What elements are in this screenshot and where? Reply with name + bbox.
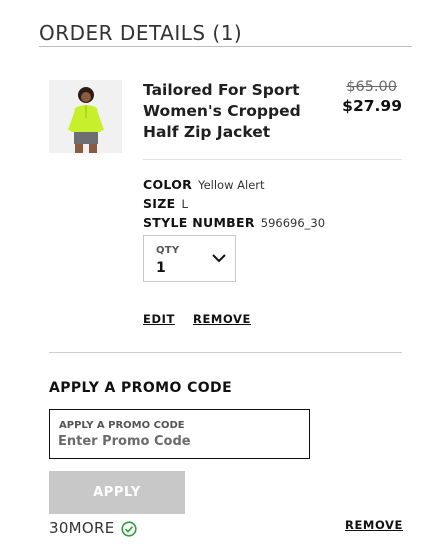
promo-section-title: APPLY A PROMO CODE (49, 380, 233, 396)
attribute-value: 596696_30 (260, 216, 326, 230)
apply-promo-button[interactable]: APPLY (49, 471, 185, 514)
product-thumbnail[interactable] (49, 80, 122, 153)
quantity-value: 1 (156, 260, 166, 276)
product-name[interactable]: Tailored For Sport Women's Cropped Half … (143, 80, 333, 143)
attribute-key: COLOR (143, 177, 193, 192)
original-price: $65.00 (346, 79, 397, 95)
check-circle-icon (121, 521, 137, 537)
product-image (49, 80, 122, 153)
promo-field-label: APPLY A PROMO CODE (59, 420, 185, 431)
product-divider (143, 159, 402, 160)
remove-item-link[interactable]: REMOVE (193, 312, 251, 326)
attribute-color: COLOR Yellow Alert (143, 177, 265, 193)
remove-promo-link[interactable]: REMOVE (345, 518, 403, 532)
chevron-down-icon (212, 254, 226, 263)
promo-code-field[interactable]: APPLY A PROMO CODE (49, 409, 310, 459)
promo-code-input[interactable] (58, 434, 298, 449)
quantity-label: QTY (156, 245, 180, 256)
attribute-value: Yellow Alert (198, 178, 265, 192)
attribute-value: L (181, 197, 188, 211)
quantity-select[interactable]: QTY 1 (143, 235, 236, 282)
sale-price: $27.99 (342, 97, 402, 115)
applied-promo-code: 30MORE (49, 519, 115, 537)
attribute-style-number: STYLE NUMBER 596696_30 (143, 215, 325, 231)
attribute-key: SIZE (143, 196, 176, 211)
edit-item-link[interactable]: EDIT (143, 312, 175, 326)
section-divider (49, 352, 402, 353)
attribute-size: SIZE L (143, 196, 188, 212)
order-details-title: ORDER DETAILS (1) (39, 21, 243, 45)
header-divider (39, 46, 412, 47)
attribute-key: STYLE NUMBER (143, 215, 255, 230)
